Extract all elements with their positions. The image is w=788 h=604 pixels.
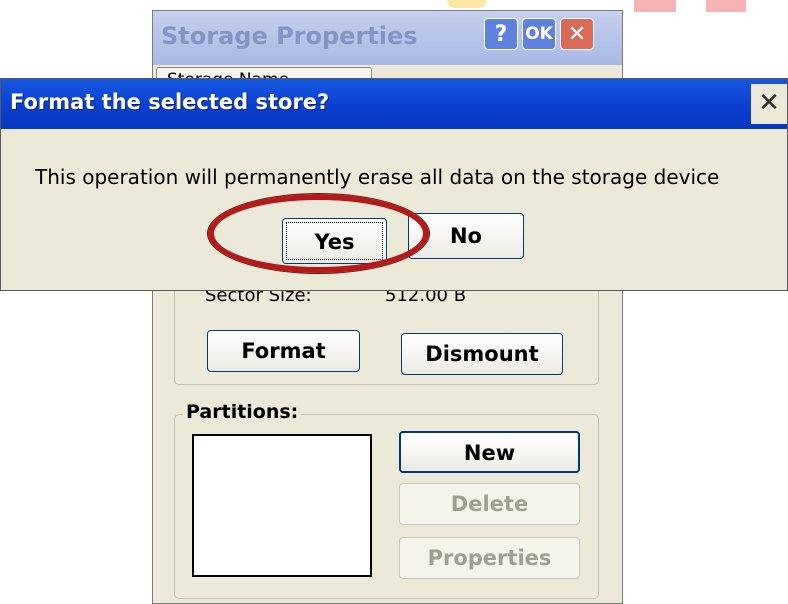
dismount-button[interactable]: Dismount [401, 333, 563, 375]
partitions-list[interactable] [192, 434, 372, 577]
background-decoration-red-2 [706, 0, 746, 12]
highlight-ellipse [208, 194, 429, 273]
format-button-label: Format [241, 339, 326, 363]
dialog-close-icon[interactable]: ✕ [751, 84, 787, 124]
background-decoration-yellow [447, 0, 487, 8]
properties-button[interactable]: Properties [399, 537, 580, 579]
close-icon[interactable]: ✕ [560, 18, 594, 50]
storage-properties-title: Storage Properties [161, 22, 418, 50]
properties-button-label: Properties [427, 546, 552, 570]
partitions-label: Partitions: [183, 401, 302, 423]
dialog-message: This operation will permanently erase al… [35, 165, 720, 189]
background-decoration-red [634, 0, 676, 12]
dismount-button-label: Dismount [425, 342, 539, 366]
format-button[interactable]: Format [207, 330, 360, 372]
ok-button[interactable]: OK [522, 18, 556, 50]
new-button-label: New [463, 441, 516, 465]
dialog-titlebar: Format the selected store? ✕ [1, 79, 787, 129]
storage-properties-titlebar: Storage Properties ? OK ✕ [153, 11, 622, 65]
dialog-title: Format the selected store? [10, 90, 330, 114]
no-button-label: No [449, 224, 482, 248]
delete-button-label: Delete [450, 492, 529, 516]
help-button[interactable]: ? [484, 18, 518, 50]
new-button[interactable]: New [399, 431, 580, 473]
delete-button[interactable]: Delete [399, 483, 580, 525]
